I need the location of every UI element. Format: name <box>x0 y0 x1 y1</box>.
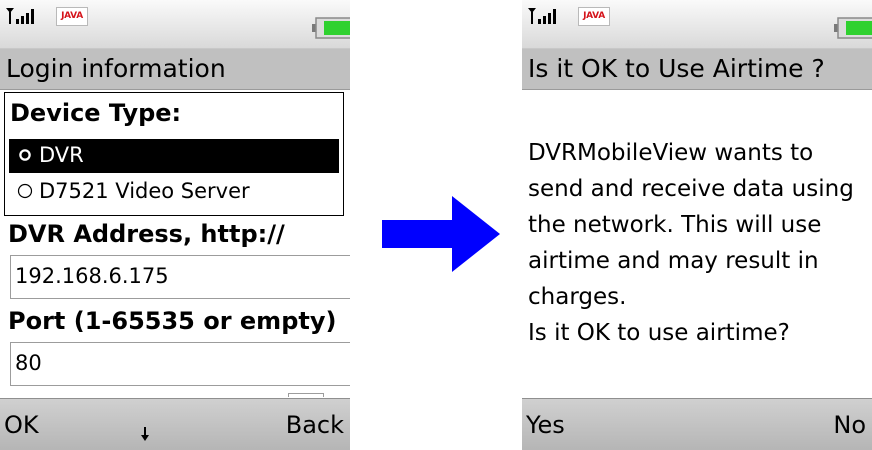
checkbox[interactable] <box>288 393 324 397</box>
airtime-confirmation-screen: JAVA Is it OK to Use Airtime ? DVRMobile… <box>522 0 872 450</box>
title-bar: Login information <box>0 49 350 90</box>
signal-strength-icon <box>6 8 34 24</box>
radio-selected-icon <box>17 147 33 163</box>
dialog-body: DVRMobileView wants to send and receive … <box>522 90 872 397</box>
yes-softkey[interactable]: Yes <box>526 411 565 439</box>
battery-icon <box>312 17 350 39</box>
dialog-title: Is it OK to Use Airtime ? <box>528 54 825 83</box>
device-option-dvr[interactable]: DVR <box>9 139 339 173</box>
title-bar: Is it OK to Use Airtime ? <box>522 49 872 90</box>
java-icon: JAVA <box>56 7 88 26</box>
dvr-address-field[interactable]: 192.168.6.175 <box>10 255 350 299</box>
dialog-message: DVRMobileView wants to send and receive … <box>528 140 854 310</box>
login-form: Device Type: DVR D7521 Video Server DVR … <box>0 90 350 397</box>
status-bar: JAVA <box>522 0 872 49</box>
no-softkey[interactable]: No <box>833 411 866 439</box>
device-type-group: Device Type: DVR D7521 Video Server <box>4 92 344 216</box>
page-title: Login information <box>6 54 226 83</box>
dvr-address-label: DVR Address, http:// <box>8 220 285 248</box>
radio-unselected-icon <box>17 183 33 199</box>
signal-strength-icon <box>528 8 556 24</box>
softkey-bar: Yes No <box>522 398 872 450</box>
softkey-bar: OK Back <box>0 398 350 450</box>
back-softkey[interactable]: Back <box>286 411 344 439</box>
port-field[interactable]: 80 <box>10 342 350 386</box>
device-type-label: Device Type: <box>10 99 182 127</box>
dvr-address-value: 192.168.6.175 <box>15 264 169 288</box>
port-label: Port (1-65535 or empty) <box>8 307 337 335</box>
right-arrow-icon <box>382 196 500 272</box>
ok-softkey[interactable]: OK <box>4 411 39 439</box>
login-screen: JAVA Login information Device Type: DVR <box>0 0 350 450</box>
device-option-video-server[interactable]: D7521 Video Server <box>9 175 339 209</box>
java-icon: JAVA <box>578 7 610 26</box>
status-bar: JAVA <box>0 0 350 49</box>
radio-label: D7521 Video Server <box>39 179 250 203</box>
battery-icon <box>834 17 872 39</box>
radio-label: DVR <box>39 143 84 167</box>
dialog-question: Is it OK to use airtime? <box>528 320 790 346</box>
scroll-down-arrow-icon <box>141 427 149 441</box>
port-value: 80 <box>15 351 42 375</box>
